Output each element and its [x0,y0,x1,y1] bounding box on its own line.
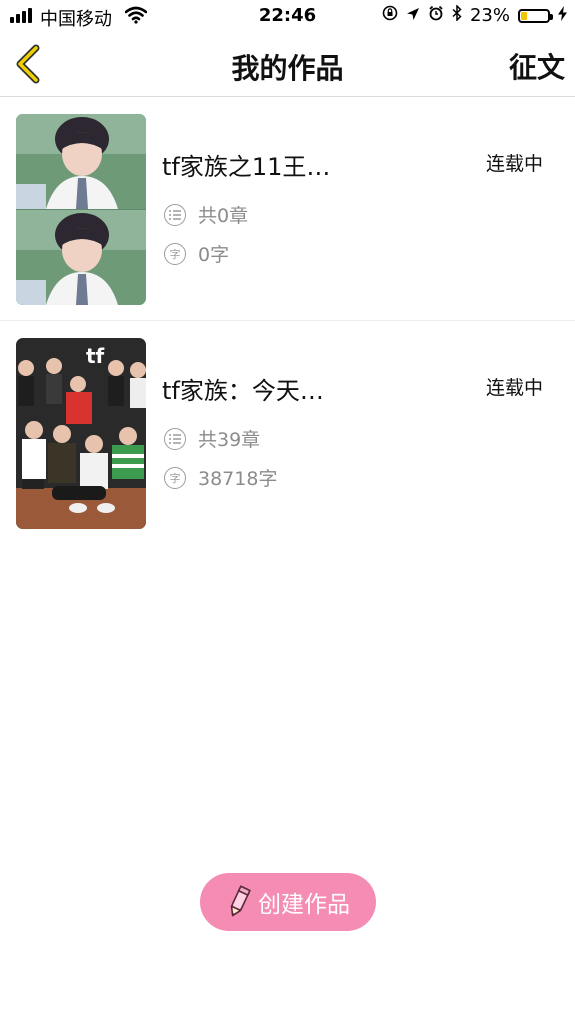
location-icon [406,6,420,26]
work-title: tf家族之11王… [162,153,331,181]
word-count-row: 字 38718字 [164,464,277,491]
word-count-icon: 字 [164,242,186,265]
svg-text:tf: tf [86,344,105,368]
essay-contest-button[interactable]: 征文 [509,46,565,86]
work-status: 连载中 [485,377,543,399]
work-cover: tf [16,338,146,529]
status-icons: 23% [382,4,567,26]
create-work-label: 创建作品 [258,892,350,918]
battery-percent: 23% [469,5,510,26]
page-title: 我的作品 [231,52,344,85]
nav-bar: 我的作品 征文 [0,32,575,97]
chapter-count: 共39章 [198,429,261,451]
rotation-lock-icon [382,5,398,26]
work-cover [16,114,146,305]
charging-icon [558,5,567,26]
list-icon [164,203,186,226]
work-item[interactable]: tf tf家族：今天… 连载中 共39章 字 38718字 [0,321,575,545]
word-count: 0字 [198,244,230,266]
bluetooth-icon [452,4,462,26]
word-count-icon: 字 [164,466,186,489]
word-count-row: 字 0字 [164,240,229,267]
word-count: 38718字 [198,468,278,490]
works-list: tf家族之11王… 连载中 共0章 字 0字 tf tf家族：今天… 连载中 共… [0,97,575,545]
pencil-icon [230,885,251,917]
status-bar: 中国移动 22:46 23% [0,0,575,32]
alarm-icon [428,5,444,26]
create-work-button[interactable]: 创建作品 [200,873,376,931]
chapter-count-row: 共0章 [164,201,248,228]
work-status: 连载中 [485,153,543,175]
work-title: tf家族：今天… [162,377,324,405]
list-icon [164,427,186,450]
battery-icon [518,8,553,23]
work-item[interactable]: tf家族之11王… 连载中 共0章 字 0字 [0,97,575,321]
chapter-count: 共0章 [198,205,249,227]
chapter-count-row: 共39章 [164,425,260,452]
